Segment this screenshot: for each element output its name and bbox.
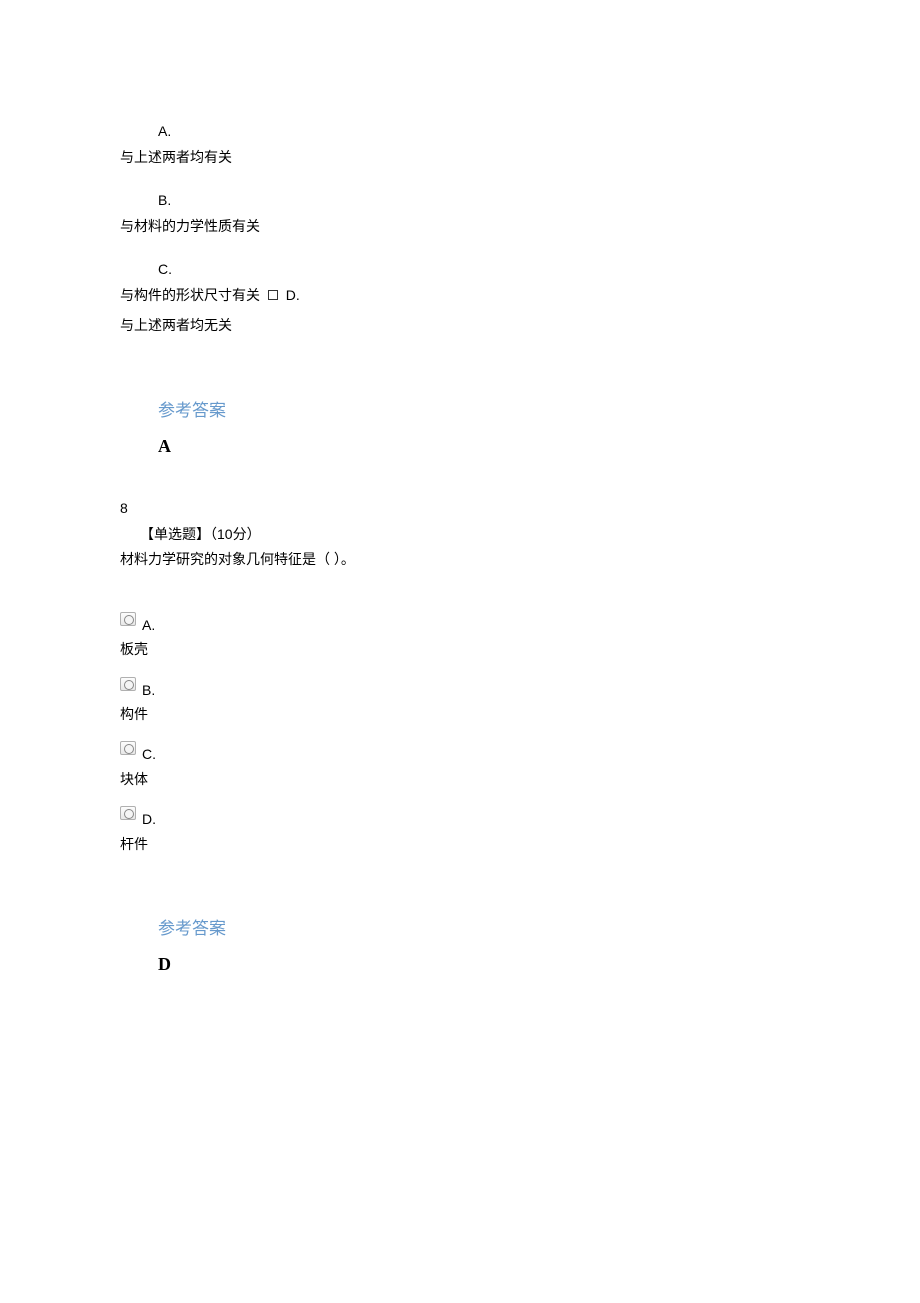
- option-text: 杆件: [120, 833, 800, 855]
- q8-option-c[interactable]: C. 块体: [120, 739, 800, 790]
- checkbox-icon: [268, 290, 278, 300]
- option-letter: A.: [158, 120, 800, 142]
- option-letter: D.: [286, 287, 300, 303]
- option-text: 与材料的力学性质有关: [120, 215, 800, 237]
- option-letter: A.: [142, 614, 155, 636]
- option-text: 与构件的形状尺寸有关: [120, 287, 260, 303]
- question-points: （10分）: [210, 526, 261, 542]
- q7-option-c-d-line: 与构件的形状尺寸有关 D.: [120, 284, 800, 306]
- option-letter: C.: [158, 258, 800, 280]
- question-stem: 材料力学研究的对象几何特征是（ ）。: [120, 548, 800, 570]
- answer-value: A: [158, 432, 800, 461]
- option-letter: B.: [142, 679, 155, 701]
- q8-option-d[interactable]: D. 杆件: [120, 804, 800, 855]
- option-letter: C.: [142, 743, 156, 765]
- radio-icon[interactable]: [120, 806, 136, 820]
- answer-header: 参考答案: [158, 397, 800, 424]
- question-header: 【单选题】（10分）: [140, 523, 800, 545]
- option-letter: B.: [158, 189, 800, 211]
- option-text: 与上述两者均有关: [120, 146, 800, 168]
- question-number: 8: [120, 497, 800, 519]
- q7-option-c[interactable]: C.: [120, 258, 800, 280]
- q7-option-d-text: 与上述两者均无关: [120, 314, 800, 336]
- q7-option-b[interactable]: B. 与材料的力学性质有关: [120, 189, 800, 238]
- question-type: 【单选题】: [140, 526, 210, 542]
- option-text: 板壳: [120, 638, 800, 660]
- radio-icon[interactable]: [120, 677, 136, 691]
- radio-icon[interactable]: [120, 741, 136, 755]
- radio-icon[interactable]: [120, 612, 136, 626]
- answer-header: 参考答案: [158, 915, 800, 942]
- option-text: 构件: [120, 703, 800, 725]
- q7-option-a[interactable]: A. 与上述两者均有关: [120, 120, 800, 169]
- answer-value: D: [158, 950, 800, 979]
- q8-option-b[interactable]: B. 构件: [120, 675, 800, 726]
- option-letter: D.: [142, 808, 156, 830]
- q8-option-a[interactable]: A. 板壳: [120, 610, 800, 661]
- option-text: 块体: [120, 768, 800, 790]
